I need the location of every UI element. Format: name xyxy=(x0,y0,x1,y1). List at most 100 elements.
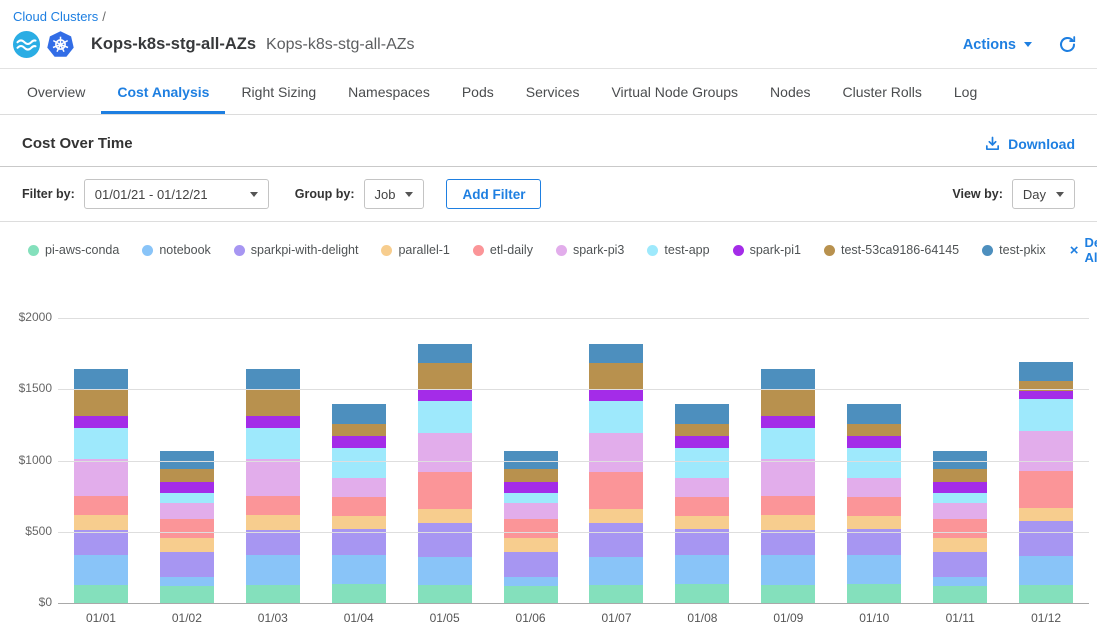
legend-item-spark-pi3[interactable]: spark-pi3 xyxy=(556,243,624,257)
stacked-bar-01-12[interactable] xyxy=(1019,362,1073,604)
tab-nodes[interactable]: Nodes xyxy=(754,69,826,114)
segment-sparkpi-with-delight[interactable] xyxy=(246,530,300,556)
segment-spark-pi1[interactable] xyxy=(1019,391,1073,400)
segment-etl-daily[interactable] xyxy=(504,519,558,538)
segment-spark-pi1[interactable] xyxy=(74,416,128,428)
segment-sparkpi-with-delight[interactable] xyxy=(675,529,729,555)
segment-test-app[interactable] xyxy=(761,428,815,459)
segment-sparkpi-with-delight[interactable] xyxy=(504,552,558,576)
segment-test-app[interactable] xyxy=(74,428,128,459)
segment-test-53ca9186-64145[interactable] xyxy=(246,390,300,416)
segment-test-pkix[interactable] xyxy=(246,369,300,390)
segment-parallel-1[interactable] xyxy=(74,515,128,529)
date-range-select[interactable]: 01/01/21 - 01/12/21 xyxy=(84,179,269,209)
segment-spark-pi3[interactable] xyxy=(1019,431,1073,470)
segment-test-53ca9186-64145[interactable] xyxy=(847,424,901,436)
segment-pi-aws-conda[interactable] xyxy=(160,586,214,603)
segment-parallel-1[interactable] xyxy=(847,516,901,529)
segment-spark-pi3[interactable] xyxy=(246,459,300,496)
segment-etl-daily[interactable] xyxy=(675,497,729,516)
segment-notebook[interactable] xyxy=(675,555,729,584)
segment-test-pkix[interactable] xyxy=(74,369,128,390)
segment-notebook[interactable] xyxy=(418,557,472,586)
segment-etl-daily[interactable] xyxy=(589,472,643,509)
segment-sparkpi-with-delight[interactable] xyxy=(847,529,901,555)
segment-sparkpi-with-delight[interactable] xyxy=(1019,521,1073,556)
segment-pi-aws-conda[interactable] xyxy=(675,584,729,603)
segment-etl-daily[interactable] xyxy=(160,519,214,538)
segment-pi-aws-conda[interactable] xyxy=(933,586,987,603)
segment-sparkpi-with-delight[interactable] xyxy=(332,529,386,555)
segment-spark-pi3[interactable] xyxy=(504,503,558,519)
segment-notebook[interactable] xyxy=(74,555,128,585)
legend-item-test-53ca9186-64145[interactable]: test-53ca9186-64145 xyxy=(824,243,959,257)
segment-test-app[interactable] xyxy=(160,493,214,502)
segment-pi-aws-conda[interactable] xyxy=(847,584,901,603)
segment-test-pkix[interactable] xyxy=(761,369,815,390)
segment-pi-aws-conda[interactable] xyxy=(761,585,815,603)
segment-test-app[interactable] xyxy=(847,448,901,479)
segment-notebook[interactable] xyxy=(332,555,386,584)
segment-notebook[interactable] xyxy=(589,557,643,586)
legend-item-sparkpi-with-delight[interactable]: sparkpi-with-delight xyxy=(234,243,359,257)
tab-log[interactable]: Log xyxy=(938,69,993,114)
segment-test-app[interactable] xyxy=(1019,399,1073,431)
segment-pi-aws-conda[interactable] xyxy=(246,585,300,603)
segment-test-53ca9186-64145[interactable] xyxy=(675,424,729,436)
segment-test-app[interactable] xyxy=(332,448,386,479)
legend-item-pi-aws-conda[interactable]: pi-aws-conda xyxy=(28,243,119,257)
breadcrumb-link-cloud-clusters[interactable]: Cloud Clusters xyxy=(13,9,98,24)
segment-spark-pi1[interactable] xyxy=(160,482,214,493)
segment-parallel-1[interactable] xyxy=(160,538,214,552)
segment-parallel-1[interactable] xyxy=(675,516,729,529)
tab-pods[interactable]: Pods xyxy=(446,69,510,114)
legend-item-etl-daily[interactable]: etl-daily xyxy=(473,243,533,257)
segment-etl-daily[interactable] xyxy=(332,497,386,516)
tab-virtual-node-groups[interactable]: Virtual Node Groups xyxy=(595,69,754,114)
segment-spark-pi1[interactable] xyxy=(332,436,386,448)
tab-overview[interactable]: Overview xyxy=(11,69,101,114)
group-by-select[interactable]: Job xyxy=(364,179,425,209)
tab-cluster-rolls[interactable]: Cluster Rolls xyxy=(827,69,938,114)
segment-sparkpi-with-delight[interactable] xyxy=(160,552,214,576)
segment-spark-pi3[interactable] xyxy=(847,478,901,497)
segment-test-pkix[interactable] xyxy=(675,404,729,423)
segment-notebook[interactable] xyxy=(504,577,558,586)
segment-spark-pi1[interactable] xyxy=(246,416,300,428)
segment-test-app[interactable] xyxy=(418,401,472,432)
stacked-bar-01-04[interactable] xyxy=(332,404,386,603)
segment-test-app[interactable] xyxy=(933,493,987,502)
segment-test-app[interactable] xyxy=(246,428,300,459)
segment-spark-pi3[interactable] xyxy=(74,459,128,496)
segment-sparkpi-with-delight[interactable] xyxy=(589,523,643,557)
legend-item-spark-pi1[interactable]: spark-pi1 xyxy=(733,243,801,257)
actions-button[interactable]: Actions xyxy=(963,37,1032,53)
segment-notebook[interactable] xyxy=(1019,556,1073,585)
stacked-bar-01-08[interactable] xyxy=(675,404,729,603)
segment-parallel-1[interactable] xyxy=(589,509,643,523)
segment-pi-aws-conda[interactable] xyxy=(418,585,472,603)
segment-test-pkix[interactable] xyxy=(332,404,386,423)
segment-test-pkix[interactable] xyxy=(847,404,901,423)
segment-notebook[interactable] xyxy=(847,555,901,584)
segment-notebook[interactable] xyxy=(246,555,300,585)
segment-sparkpi-with-delight[interactable] xyxy=(933,552,987,576)
segment-notebook[interactable] xyxy=(933,577,987,586)
segment-parallel-1[interactable] xyxy=(504,538,558,552)
segment-etl-daily[interactable] xyxy=(1019,471,1073,508)
add-filter-button[interactable]: Add Filter xyxy=(446,179,541,209)
segment-spark-pi1[interactable] xyxy=(933,482,987,493)
segment-etl-daily[interactable] xyxy=(761,496,815,515)
segment-notebook[interactable] xyxy=(761,555,815,585)
download-button[interactable]: Download xyxy=(984,135,1075,152)
segment-parallel-1[interactable] xyxy=(933,538,987,552)
segment-parallel-1[interactable] xyxy=(246,515,300,529)
legend-item-notebook[interactable]: notebook xyxy=(142,243,210,257)
stacked-bar-01-06[interactable] xyxy=(504,451,558,603)
tab-right-sizing[interactable]: Right Sizing xyxy=(225,69,332,114)
segment-spark-pi3[interactable] xyxy=(675,478,729,497)
segment-spark-pi1[interactable] xyxy=(589,389,643,401)
segment-pi-aws-conda[interactable] xyxy=(1019,585,1073,603)
segment-spark-pi3[interactable] xyxy=(589,433,643,472)
segment-spark-pi1[interactable] xyxy=(504,482,558,493)
